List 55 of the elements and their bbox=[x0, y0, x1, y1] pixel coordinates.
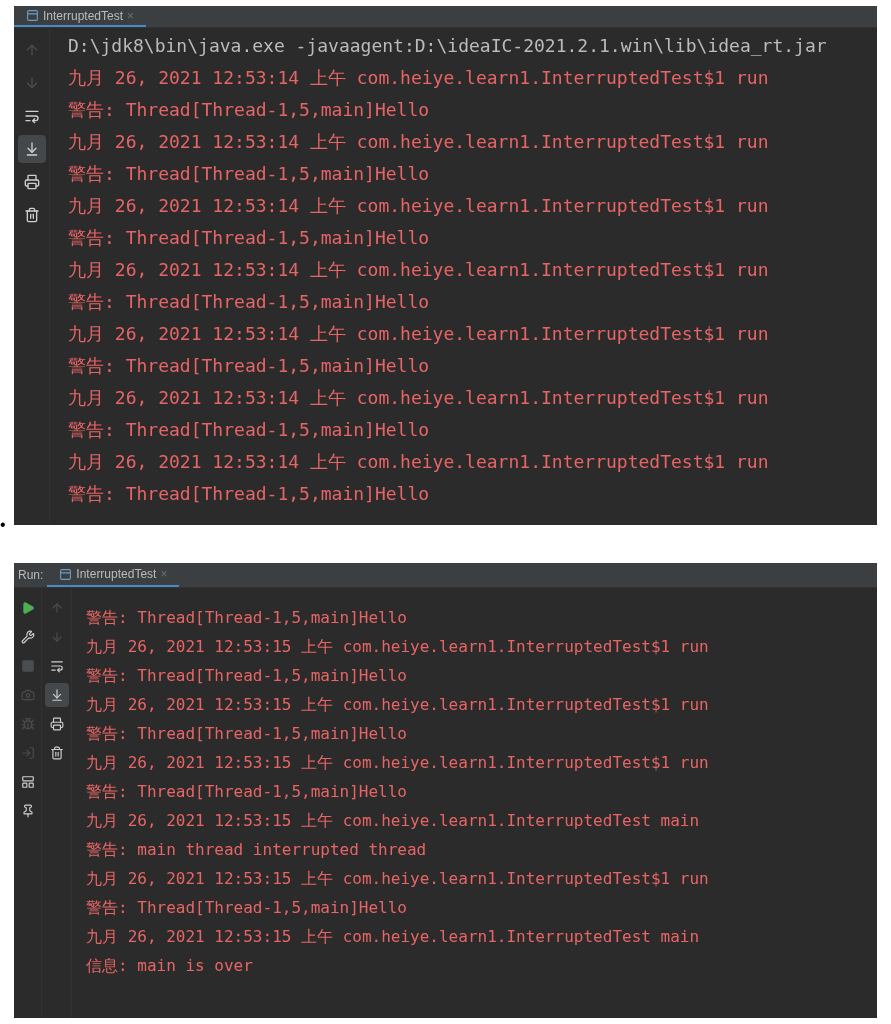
log-line: 九月 26, 2021 12:53:15 上午 com.heiye.learn1.InterruptedTest$1 run bbox=[86, 868, 709, 890]
camera-icon bbox=[20, 688, 35, 702]
log-line: 警告: Thread[Thread-1,5,main]Hello bbox=[86, 897, 408, 919]
log-line: 警告: Thread[Thread-1,5,main]Hello bbox=[86, 607, 408, 629]
log-line: 九月 26, 2021 12:53:14 上午 com.heiye.learn1.InterruptedTest$1 run bbox=[68, 450, 770, 474]
log-line: 警告: main thread interrupted thread bbox=[86, 839, 428, 861]
log-line: 九月 26, 2021 12:53:14 上午 com.heiye.learn1.InterruptedTest$1 run bbox=[68, 194, 770, 218]
wrench-icon bbox=[20, 630, 35, 644]
arrow-up-icon bbox=[49, 601, 64, 615]
log-line: 警告: Thread[Thread-1,5,main]Hello bbox=[68, 162, 431, 186]
tab-title: InterruptedTest bbox=[43, 7, 124, 25]
log-line: 信息: main is over bbox=[86, 955, 254, 977]
bullet: • bbox=[0, 515, 6, 535]
tab-title: InterruptedTest bbox=[76, 566, 157, 583]
console-tab[interactable]: InterruptedTest × bbox=[47, 563, 180, 587]
log-line: 警告: Thread[Thread-1,5,main]Hello bbox=[86, 665, 408, 687]
login-icon bbox=[20, 746, 35, 760]
scroll-to-end-button[interactable] bbox=[17, 135, 46, 163]
log-line: 警告: Thread[Thread-1,5,main]Hello bbox=[68, 418, 431, 442]
command-line: D:\jdk8\bin\java.exe -javaagent:D:\ideaIC-2021.2.1.win\lib\idea_rt.jar bbox=[68, 34, 827, 58]
log-line: 九月 26, 2021 12:53:15 上午 com.heiye.learn1.InterruptedTest main bbox=[86, 926, 701, 948]
log-line: 九月 26, 2021 12:53:14 上午 com.heiye.learn1.InterruptedTest$1 run bbox=[68, 386, 770, 410]
printer-icon bbox=[49, 717, 64, 731]
console-icon bbox=[26, 9, 39, 22]
soft-wrap-icon bbox=[49, 659, 64, 673]
log-line: 警告: Thread[Thread-1,5,main]Hello bbox=[86, 781, 408, 803]
play-icon bbox=[20, 601, 35, 615]
scroll-to-end-button[interactable] bbox=[44, 683, 69, 707]
trash-icon bbox=[49, 746, 64, 760]
arrow-down-icon bbox=[49, 630, 64, 644]
log-line: 警告: Thread[Thread-1,5,main]Hello bbox=[86, 723, 408, 745]
layout-icon bbox=[20, 775, 35, 789]
pin-icon bbox=[20, 804, 35, 818]
log-line: 九月 26, 2021 12:53:14 上午 com.heiye.learn1.InterruptedTest$1 run bbox=[68, 258, 770, 282]
log-line: 九月 26, 2021 12:53:14 上午 com.heiye.learn1.InterruptedTest$1 run bbox=[68, 322, 770, 346]
log-line: 九月 26, 2021 12:53:15 上午 com.heiye.learn1.InterruptedTest$1 run bbox=[86, 694, 709, 716]
log-line: 警告: Thread[Thread-1,5,main]Hello bbox=[68, 98, 431, 122]
run-label: Run: bbox=[17, 567, 45, 584]
log-line: 九月 26, 2021 12:53:14 上午 com.heiye.learn1.InterruptedTest$1 run bbox=[68, 66, 770, 90]
bug-icon bbox=[20, 717, 35, 731]
console-icon bbox=[59, 567, 73, 581]
soft-wrap-icon bbox=[23, 108, 40, 124]
log-line: 九月 26, 2021 12:53:15 上午 com.heiye.learn1.InterruptedTest main bbox=[86, 810, 701, 832]
stop-icon bbox=[20, 659, 35, 673]
log-line: 九月 26, 2021 12:53:14 上午 com.heiye.learn1.InterruptedTest$1 run bbox=[68, 130, 770, 154]
log-line: 九月 26, 2021 12:53:15 上午 com.heiye.learn1.InterruptedTest$1 run bbox=[86, 636, 709, 658]
log-line: 警告: Thread[Thread-1,5,main]Hello bbox=[68, 482, 431, 506]
log-line: 警告: Thread[Thread-1,5,main]Hello bbox=[68, 290, 431, 314]
trash-icon bbox=[23, 207, 40, 223]
log-line: 警告: Thread[Thread-1,5,main]Hello bbox=[68, 226, 431, 250]
log-line: 警告: Thread[Thread-1,5,main]Hello bbox=[68, 354, 431, 378]
printer-icon bbox=[23, 174, 40, 190]
log-line: 九月 26, 2021 12:53:15 上午 com.heiye.learn1.InterruptedTest$1 run bbox=[86, 752, 709, 774]
console-tab[interactable]: InterruptedTest × bbox=[14, 6, 147, 27]
scroll-to-end-icon bbox=[49, 688, 64, 702]
